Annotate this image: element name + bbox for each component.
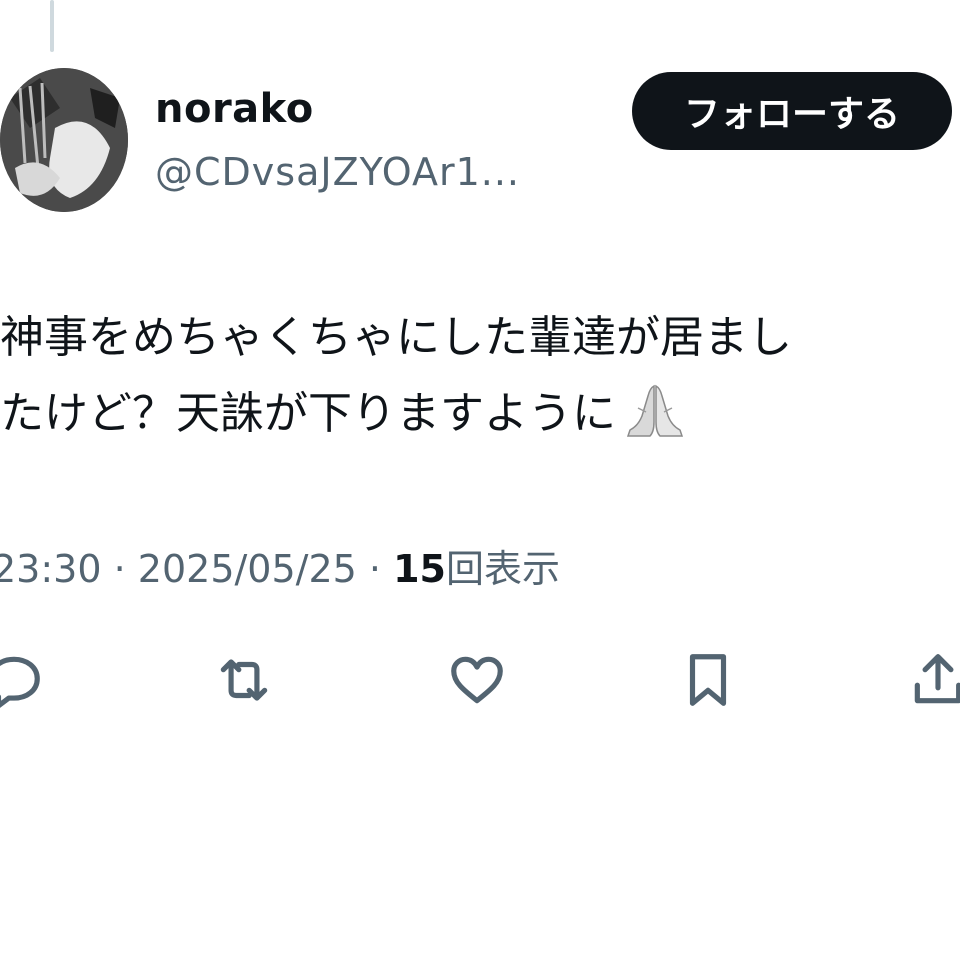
tweet-text-line-content: たけど？天誅が下りますように xyxy=(0,388,616,439)
like-icon xyxy=(451,656,503,704)
reply-button[interactable] xyxy=(0,640,50,720)
tweet-text-line: 神事をめちゃくちゃにした輩達が居まし xyxy=(0,312,792,363)
bookmark-button[interactable] xyxy=(672,640,744,720)
bookmark-icon xyxy=(689,654,727,706)
avatar[interactable] xyxy=(0,68,128,212)
meta-separator: · xyxy=(113,547,126,591)
retweet-button[interactable] xyxy=(208,640,280,720)
thread-connector-line xyxy=(50,0,54,52)
tweet-meta: 23:30 · 2025/05/25 · 15回表示 xyxy=(0,538,560,593)
like-button[interactable] xyxy=(441,640,513,720)
follow-button[interactable]: フォローする xyxy=(632,72,952,150)
tweet-date[interactable]: 2025/05/25 xyxy=(138,547,357,591)
tweet-text: 神事をめちゃくちゃにした輩達が居まし たけど？天誅が下りますように xyxy=(0,300,950,452)
reply-icon xyxy=(0,656,40,708)
share-icon xyxy=(914,654,960,704)
views-label: 回表示 xyxy=(446,547,561,591)
views-count: 15 xyxy=(393,547,446,591)
folded-hands-icon xyxy=(620,382,690,438)
avatar-image xyxy=(0,68,128,212)
author-handle[interactable]: @CDvsaJZYOAr1... xyxy=(155,150,520,194)
author-display-name[interactable]: norako xyxy=(155,86,314,132)
tweet-time[interactable]: 23:30 xyxy=(0,547,102,591)
retweet-icon xyxy=(220,659,268,701)
tweet-text-line: たけど？天誅が下りますように xyxy=(0,376,950,452)
tweet-action-bar xyxy=(0,640,960,730)
share-button[interactable] xyxy=(902,640,960,720)
meta-separator: · xyxy=(368,547,382,591)
